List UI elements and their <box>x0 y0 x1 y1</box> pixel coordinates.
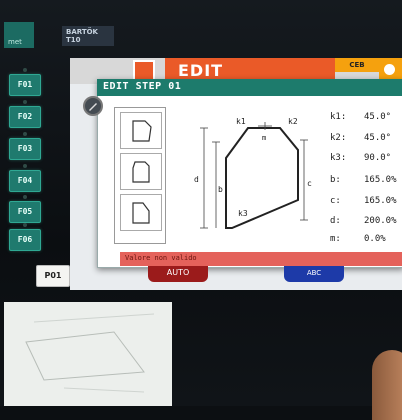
param-value: 45.0° <box>364 112 392 122</box>
shape-thumbnail[interactable] <box>120 153 162 190</box>
param-label: d: <box>330 216 341 226</box>
param-value: 45.0° <box>364 133 392 143</box>
paper-sheet <box>4 302 172 406</box>
param-row-m[interactable]: m: 0.0% <box>330 234 402 248</box>
param-label: k1: <box>330 112 347 122</box>
circle-icon <box>384 64 395 75</box>
p01-button[interactable]: P01 <box>36 265 70 287</box>
b-label: b <box>218 185 223 194</box>
f03-button[interactable]: F03 <box>9 132 41 160</box>
param-value: 165.0% <box>364 175 397 185</box>
shape-thumbnail[interactable] <box>120 112 162 149</box>
param-value: 90.0° <box>364 153 392 163</box>
param-label: k2: <box>330 133 347 143</box>
k2-label: k2 <box>288 117 298 126</box>
auto-button[interactable]: AUTO <box>148 266 208 282</box>
error-message: Valore non valido <box>125 254 197 262</box>
param-row-c[interactable]: c: 165.0% <box>330 196 402 210</box>
finger <box>372 350 402 420</box>
dialog-title: EDIT STEP 01 <box>103 81 182 92</box>
param-label: m: <box>330 234 341 244</box>
shape-thumbnail[interactable] <box>120 194 162 231</box>
param-value: 200.0% <box>364 216 397 226</box>
k3-label: k3 <box>238 209 248 218</box>
f01-button[interactable]: F01 <box>9 68 41 96</box>
param-value: 0.0% <box>364 234 386 244</box>
param-label: b: <box>330 175 341 185</box>
param-row-d[interactable]: d: 200.0% <box>330 216 402 230</box>
f06-button[interactable]: F06 <box>9 223 41 251</box>
param-row-k2[interactable]: k2: 45.0° <box>330 133 402 147</box>
m-label: m <box>262 134 266 142</box>
param-label: k3: <box>330 153 347 163</box>
d-label: d <box>194 175 199 184</box>
param-value: 165.0% <box>364 196 397 206</box>
f02-button[interactable]: F02 <box>9 100 41 128</box>
param-label: c: <box>330 196 341 206</box>
k1-label: k1 <box>236 117 246 126</box>
model-label: BARTÖK T10 <box>62 26 114 46</box>
shape-drawing: k1 k2 m d b c k3 <box>194 117 312 229</box>
screen-title: EDIT <box>178 61 224 80</box>
c-label: c <box>307 179 312 188</box>
abc-button[interactable]: ABC <box>284 266 344 282</box>
pencil-icon[interactable] <box>83 96 103 116</box>
shape-thumbnail-list <box>114 107 166 244</box>
param-row-b[interactable]: b: 165.0% <box>330 175 402 189</box>
param-row-k1[interactable]: k1: 45.0° <box>330 112 402 126</box>
f05-button[interactable]: F05 <box>9 195 41 223</box>
brand-logo: met <box>4 22 34 48</box>
f04-button[interactable]: F04 <box>9 164 41 192</box>
param-row-k3[interactable]: k3: 90.0° <box>330 153 402 167</box>
brand-logo-text: met <box>8 38 22 46</box>
ceb-badge: CEB <box>335 58 379 72</box>
